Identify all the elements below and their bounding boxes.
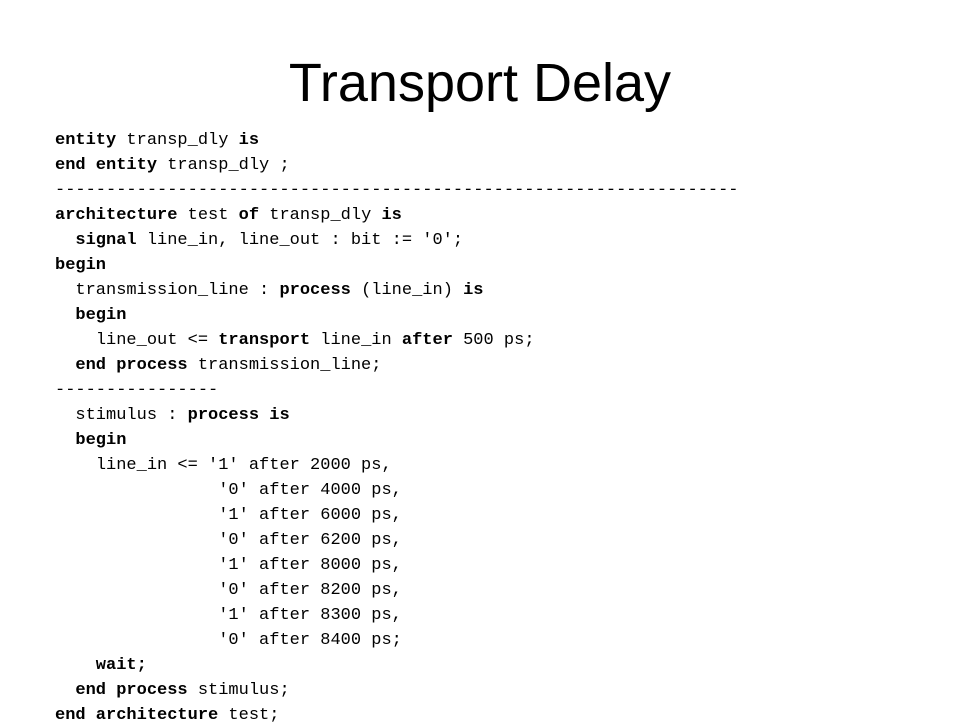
line-transport-assign: line_out <= transport line_in after 500 … xyxy=(55,328,945,353)
code-keyword: process is xyxy=(187,406,290,425)
line-architecture-decl: architecture test of transp_dly is xyxy=(55,203,945,228)
code-text: '0' after 4000 ps, xyxy=(95,481,402,500)
code-keyword: wait; xyxy=(75,656,147,675)
line-separator-long: ----------------------------------------… xyxy=(55,178,945,203)
code-text: line_in xyxy=(310,331,402,350)
code-text: test; xyxy=(218,706,280,725)
code-keyword: end entity xyxy=(55,156,158,175)
code-keyword: architecture xyxy=(55,206,178,225)
line-end-transmission-process: end process transmission_line; xyxy=(55,353,945,378)
line-transmission-process-decl: transmission_line : process (line_in) is xyxy=(55,278,945,303)
code-keyword: begin xyxy=(75,306,127,325)
code-keyword: is xyxy=(463,281,484,300)
code-text: ---------------- xyxy=(55,381,219,400)
line-stimulus-begin: begin xyxy=(55,428,945,453)
line-stimulus-wave-7: '1' after 8300 ps, xyxy=(55,603,945,628)
code-keyword: is xyxy=(238,131,260,150)
code-text: line_in <= '1' after 2000 ps, xyxy=(95,456,392,475)
code-keyword: begin xyxy=(75,431,127,450)
code-keyword: process xyxy=(279,281,351,300)
line-stimulus-wave-2: '0' after 4000 ps, xyxy=(55,478,945,503)
line-end-entity: end entity transp_dly ; xyxy=(55,153,945,178)
code-text: transp_dly ; xyxy=(157,156,290,175)
line-stimulus-wave-1: line_in <= '1' after 2000 ps, xyxy=(55,453,945,478)
code-text: '1' after 6000 ps, xyxy=(95,506,402,525)
code-keyword: end process xyxy=(75,356,188,375)
code-text: test xyxy=(177,206,239,225)
line-entity-decl: entity transp_dly is xyxy=(55,128,945,153)
code-text: '0' after 6200 ps, xyxy=(95,531,402,550)
code-keyword: of xyxy=(238,206,260,225)
vhdl-code-block: entity transp_dly is end entity transp_dl… xyxy=(55,128,945,728)
line-signal-decl: signal line_in, line_out : bit := '0'; xyxy=(55,228,945,253)
code-keyword: entity xyxy=(55,131,117,150)
line-wait: wait; xyxy=(55,653,945,678)
code-keyword: begin xyxy=(55,256,107,275)
code-text: '0' after 8400 ps; xyxy=(95,631,402,650)
code-text: '1' after 8000 ps, xyxy=(95,556,402,575)
code-text: line_in, line_out : bit := '0'; xyxy=(136,231,464,250)
line-stimulus-wave-3: '1' after 6000 ps, xyxy=(55,503,945,528)
code-keyword: signal xyxy=(75,231,137,250)
code-text: '0' after 8200 ps, xyxy=(95,581,402,600)
line-stimulus-process-decl: stimulus : process is xyxy=(55,403,945,428)
code-text: '1' after 8300 ps, xyxy=(95,606,402,625)
line-architecture-begin: begin xyxy=(55,253,945,278)
code-text: transmission_line; xyxy=(187,356,382,375)
code-keyword: end process xyxy=(75,681,188,700)
line-end-stimulus-process: end process stimulus; xyxy=(55,678,945,703)
line-stimulus-wave-6: '0' after 8200 ps, xyxy=(55,578,945,603)
code-text: transp_dly xyxy=(116,131,239,150)
code-text: 500 ps; xyxy=(452,331,535,350)
code-text: transmission_line : xyxy=(75,281,280,300)
code-text: stimulus; xyxy=(187,681,290,700)
line-stimulus-wave-4: '0' after 6200 ps, xyxy=(55,528,945,553)
line-stimulus-wave-5: '1' after 8000 ps, xyxy=(55,553,945,578)
code-keyword: after xyxy=(401,331,453,350)
code-text: line_out <= xyxy=(95,331,219,350)
code-text: stimulus : xyxy=(75,406,188,425)
code-text: (line_in) xyxy=(350,281,464,300)
slide-canvas: Transport Delay entity transp_dly is end … xyxy=(0,0,960,725)
code-text: ----------------------------------------… xyxy=(55,181,739,200)
line-end-architecture: end architecture test; xyxy=(55,703,945,728)
code-text: transp_dly xyxy=(259,206,382,225)
code-keyword: end architecture xyxy=(55,706,219,725)
line-stimulus-wave-8: '0' after 8400 ps; xyxy=(55,628,945,653)
page-title: Transport Delay xyxy=(288,53,672,113)
code-keyword: is xyxy=(381,206,402,225)
code-keyword: transport xyxy=(218,331,311,350)
line-transmission-begin: begin xyxy=(55,303,945,328)
line-separator-short: ---------------- xyxy=(55,378,945,403)
